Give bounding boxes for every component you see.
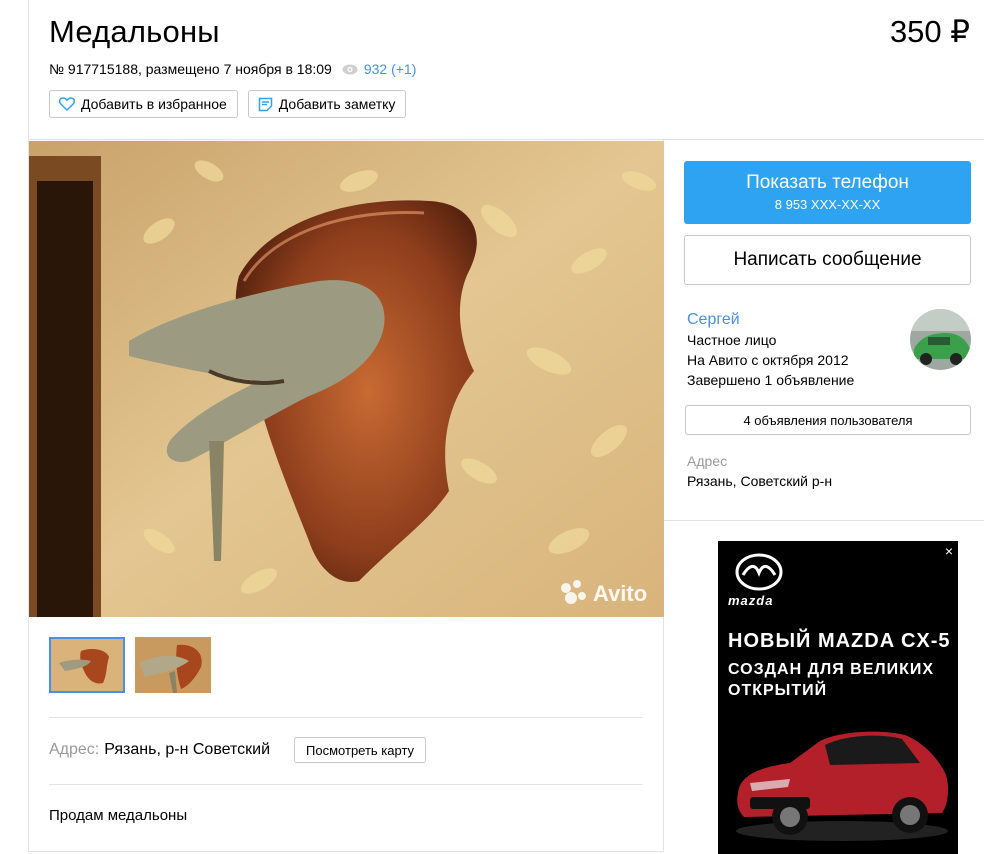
- address-row: Адрес: Рязань, р-н Советский Посмотреть …: [49, 737, 427, 763]
- seller-completed: Завершено 1 объявление: [687, 372, 855, 388]
- listing-content: Avito Адрес: Рязань, р-н Советский Посмо…: [28, 140, 664, 852]
- description: Продам медальоны: [49, 807, 188, 824]
- add-to-favorites-button[interactable]: Добавить в избранное: [49, 90, 238, 118]
- seller-info: Сергей Частное лицо На Авито с октября 2…: [687, 310, 854, 390]
- heart-icon: [59, 97, 75, 111]
- views-counter: 932 (+1): [342, 61, 417, 77]
- views-count: 932 (+1): [363, 61, 417, 77]
- show-map-button[interactable]: Посмотреть карту: [294, 737, 427, 763]
- seller-type: Частное лицо: [687, 332, 777, 348]
- address-value: Рязань, р-н Советский: [104, 741, 271, 758]
- main-photo[interactable]: Avito: [29, 141, 664, 617]
- avito-watermark: Avito: [593, 581, 647, 606]
- price: 350 ₽: [889, 14, 970, 49]
- add-note-label: Добавить заметку: [278, 96, 396, 112]
- user-ads-button[interactable]: 4 объявления пользователя: [685, 405, 971, 435]
- divider: [49, 784, 643, 785]
- listing-meta: № 917715188, размещено 7 ноября в 18:09 …: [49, 61, 416, 77]
- show-phone-label: Показать телефон: [746, 172, 909, 193]
- ad-brand: mazda: [728, 593, 774, 608]
- thumbnail-2[interactable]: [135, 637, 211, 693]
- seller-address: Адрес Рязань, Советский р-н: [687, 451, 832, 491]
- note-icon: [258, 97, 273, 111]
- show-phone-button[interactable]: Показать телефон 8 953 XXX-XX-XX: [684, 161, 971, 224]
- thumbnail-strip: [49, 637, 211, 693]
- mazda-ad-banner[interactable]: × mazda НОВЫЙ MAZDA CX-5 СОЗДАН ДЛЯ ВЕЛИ…: [718, 541, 958, 854]
- address-label: Адрес:: [49, 741, 100, 758]
- eye-icon: [342, 64, 358, 74]
- page-title: Медальоны: [49, 14, 220, 49]
- ad-subline: СОЗДАН ДЛЯ ВЕЛИКИХ ОТКРЫТИЙ: [728, 661, 935, 699]
- car-image: [736, 731, 949, 841]
- write-message-button[interactable]: Написать сообщение: [684, 235, 971, 285]
- seller-address-value: Рязань, Советский р-н: [687, 473, 833, 489]
- seller-name-link[interactable]: Сергей: [687, 310, 854, 330]
- close-icon[interactable]: ×: [945, 543, 953, 559]
- phone-masked: 8 953 XXX-XX-XX: [774, 197, 881, 212]
- avatar[interactable]: [910, 309, 971, 370]
- seller-since: На Авито с октября 2012: [687, 352, 849, 368]
- listing-number-date: № 917715188, размещено 7 ноября в 18:09: [49, 61, 332, 77]
- listing-header: Медальоны 350 ₽ № 917715188, размещено 7…: [28, 0, 984, 140]
- contact-sidebar: Показать телефон 8 953 XXX-XX-XX Написат…: [664, 140, 984, 521]
- add-note-button[interactable]: Добавить заметку: [247, 90, 407, 118]
- divider: [49, 717, 643, 718]
- add-to-favorites-label: Добавить в избранное: [81, 96, 227, 112]
- ad-headline: НОВЫЙ MAZDA CX-5: [728, 630, 951, 652]
- thumbnail-1[interactable]: [49, 637, 125, 693]
- mazda-logo-icon: [735, 553, 783, 591]
- seller-address-label: Адрес: [687, 453, 728, 469]
